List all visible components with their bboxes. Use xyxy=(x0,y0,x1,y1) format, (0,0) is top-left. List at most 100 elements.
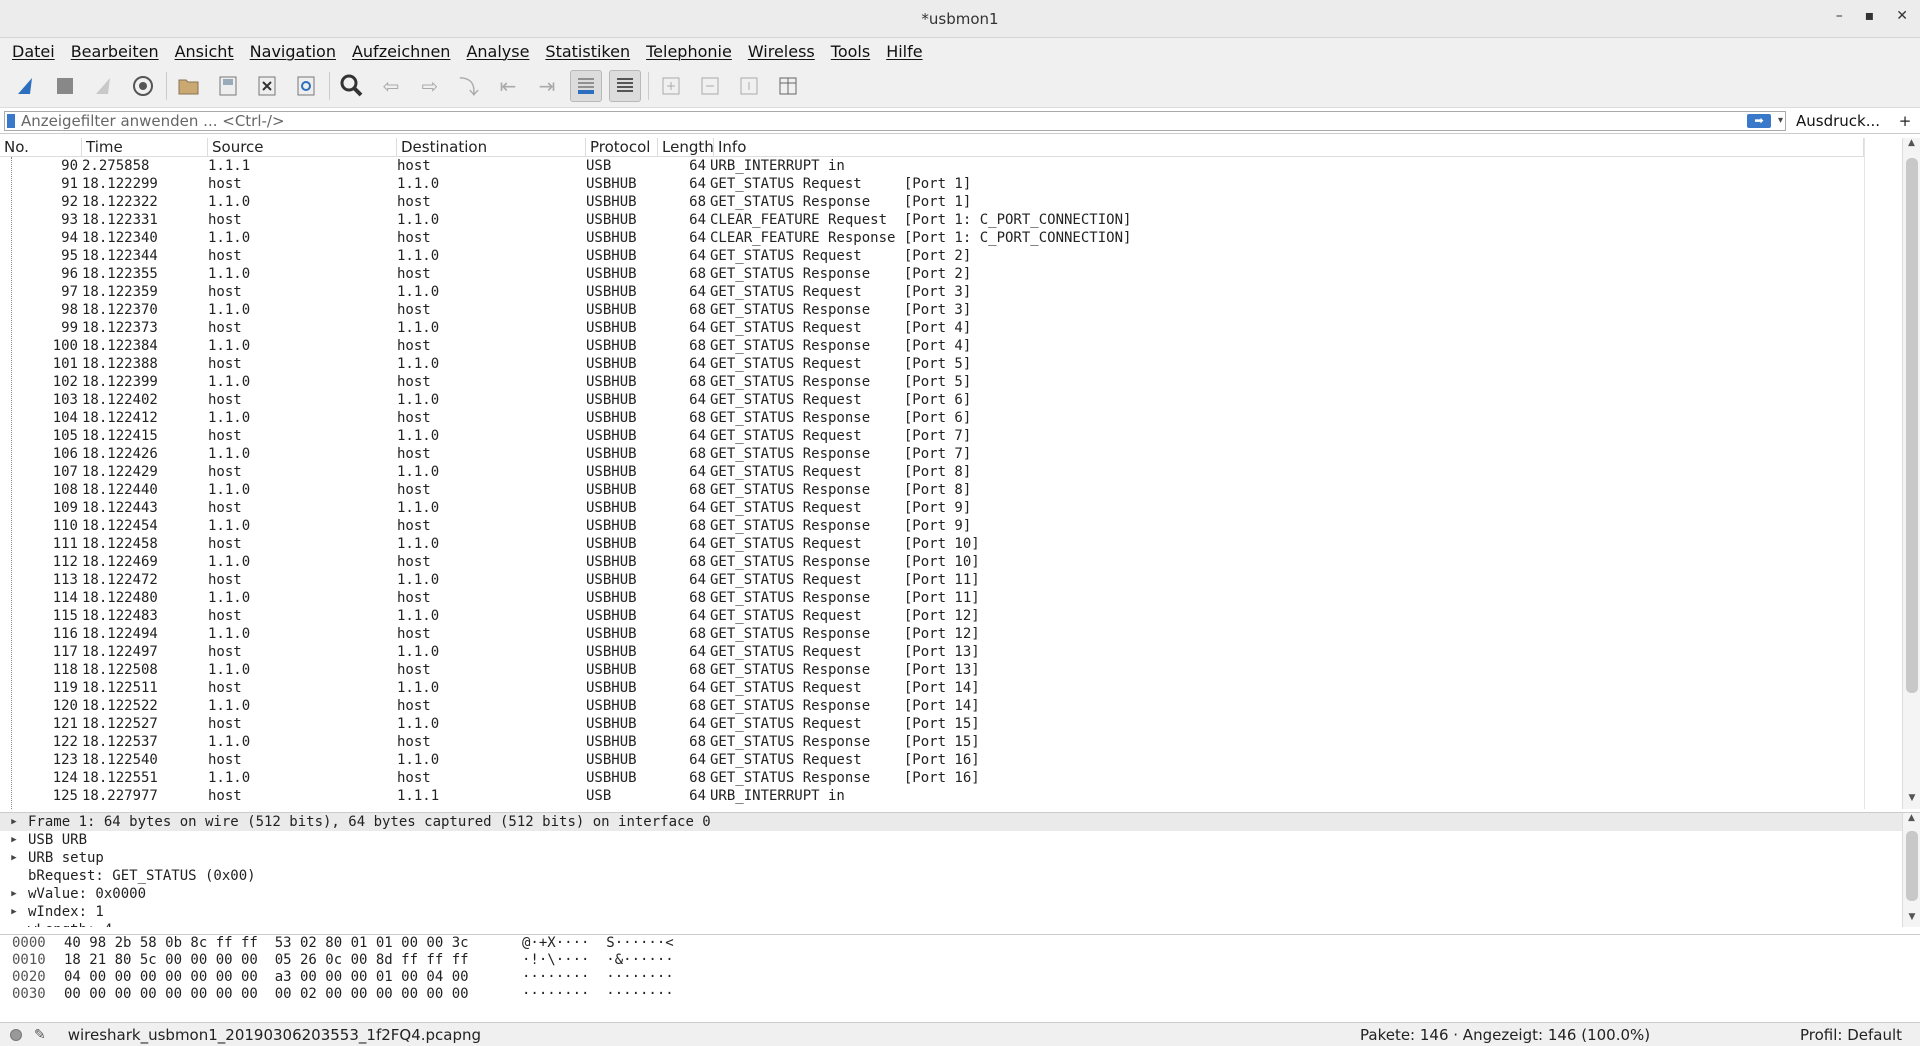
bookmark-icon[interactable] xyxy=(7,113,15,128)
detail-tree-item[interactable]: wLength: 4 xyxy=(0,921,1920,927)
table-row[interactable]: 105 18.122415 host 1.1.0 USBHUB 64 GET_STATUS … xyxy=(0,427,1864,445)
capture-options-icon[interactable] xyxy=(127,70,159,102)
find-packet-icon[interactable] xyxy=(336,70,368,102)
expert-info-icon[interactable] xyxy=(10,1028,22,1041)
hex-offset[interactable]: 0000 xyxy=(0,935,64,952)
table-row[interactable]: 118 18.122508 1.1.0 host USBHUB 68 GET_STATUS … xyxy=(0,661,1864,679)
menu-hilfe[interactable]: Hilfe xyxy=(878,42,930,61)
table-row[interactable]: 125 18.227977 host 1.1.1 USB 64 URB_INTERRUPT … xyxy=(0,787,1864,805)
hex-offset[interactable]: 0010 xyxy=(0,952,64,969)
apply-filter-icon[interactable]: ➡ xyxy=(1747,113,1771,128)
hex-ascii[interactable]: ········ ········ xyxy=(522,986,702,1003)
column-header-info[interactable]: Info xyxy=(714,138,1864,156)
table-row[interactable]: 94 18.122340 1.1.0 host USBHUB 64 CLEAR_FEATUR… xyxy=(0,229,1864,247)
column-header-length[interactable]: Length xyxy=(658,138,714,156)
normal-size-icon[interactable] xyxy=(733,70,765,102)
colorize-icon[interactable] xyxy=(609,69,641,102)
open-file-icon[interactable] xyxy=(173,70,205,102)
table-row[interactable]: 116 18.122494 1.1.0 host USBHUB 68 GET_STATUS … xyxy=(0,625,1864,643)
table-row[interactable]: 91 18.122299 host 1.1.0 USBHUB 64 GET_STATUS R… xyxy=(0,175,1864,193)
go-forward-icon[interactable]: ⇨ xyxy=(414,70,446,102)
table-row[interactable]: 100 18.122384 1.1.0 host USBHUB 68 GET_STATUS … xyxy=(0,337,1864,355)
save-file-icon[interactable] xyxy=(212,70,244,102)
shark-fin-start-icon[interactable] xyxy=(10,70,42,102)
table-row[interactable]: 115 18.122483 host 1.1.0 USBHUB 64 GET_STATUS … xyxy=(0,607,1864,625)
scrollbar-thumb[interactable] xyxy=(1906,831,1918,901)
detail-tree-item[interactable]: bRequest: GET_STATUS (0x00) xyxy=(0,867,1920,885)
edit-comment-icon[interactable]: ✎ xyxy=(34,1027,46,1043)
table-row[interactable]: 112 18.122469 1.1.0 host USBHUB 68 GET_STATUS … xyxy=(0,553,1864,571)
menu-datei[interactable]: Datei xyxy=(4,42,63,61)
table-row[interactable]: 108 18.122440 1.1.0 host USBHUB 68 GET_STATUS … xyxy=(0,481,1864,499)
close-file-icon[interactable] xyxy=(251,70,283,102)
display-filter-input[interactable]: Anzeigefilter anwenden ... <Ctrl-/> ➡ ▾ xyxy=(4,110,1786,131)
table-row[interactable]: 123 18.122540 host 1.1.0 USBHUB 64 GET_STATUS … xyxy=(0,751,1864,769)
table-row[interactable]: 96 18.122355 1.1.0 host USBHUB 68 GET_STATUS R… xyxy=(0,265,1864,283)
hex-bytes[interactable]: 40 98 2b 58 0b 8c ff ff 53 02 80 01 01 0… xyxy=(64,935,522,952)
hex-offset[interactable]: 0030 xyxy=(0,986,64,1003)
menu-wireless[interactable]: Wireless xyxy=(740,42,823,61)
table-row[interactable]: 119 18.122511 host 1.1.0 USBHUB 64 GET_STATUS … xyxy=(0,679,1864,697)
reload-file-icon[interactable] xyxy=(290,70,322,102)
zoom-out-icon[interactable] xyxy=(694,70,726,102)
scroll-down-icon[interactable]: ▼ xyxy=(1903,912,1920,927)
table-row[interactable]: 92 18.122322 1.1.0 host USBHUB 68 GET_STATUS R… xyxy=(0,193,1864,211)
column-header-time[interactable]: Time xyxy=(82,138,208,156)
table-row[interactable]: 103 18.122402 host 1.1.0 USBHUB 64 GET_STATUS … xyxy=(0,391,1864,409)
hex-ascii[interactable]: ·!·\···· ·&······ xyxy=(522,952,702,969)
scrollbar-thumb[interactable] xyxy=(1906,158,1918,693)
table-row[interactable]: 99 18.122373 host 1.1.0 USBHUB 64 GET_STATUS R… xyxy=(0,319,1864,337)
expand-arrow-icon[interactable]: ▶ xyxy=(0,835,28,845)
table-row[interactable]: 93 18.122331 host 1.1.0 USBHUB 64 CLEAR_FEATUR… xyxy=(0,211,1864,229)
column-header-source[interactable]: Source xyxy=(208,138,397,156)
scroll-down-icon[interactable]: ▼ xyxy=(1903,793,1920,809)
last-packet-icon[interactable]: ⇥ xyxy=(531,70,563,102)
menu-tools[interactable]: Tools xyxy=(823,42,878,61)
table-row[interactable]: 117 18.122497 host 1.1.0 USBHUB 64 GET_STATUS … xyxy=(0,643,1864,661)
table-row[interactable]: 98 18.122370 1.1.0 host USBHUB 68 GET_STATUS R… xyxy=(0,301,1864,319)
hex-offset[interactable]: 0020 xyxy=(0,969,64,986)
expand-arrow-icon[interactable]: ▶ xyxy=(0,853,28,863)
menu-telephonie[interactable]: Telephonie xyxy=(638,42,740,61)
column-header-protocol[interactable]: Protocol xyxy=(586,138,658,156)
table-row[interactable]: 104 18.122412 1.1.0 host USBHUB 68 GET_STATUS … xyxy=(0,409,1864,427)
table-row[interactable]: 90 2.275858 1.1.1 host USB 64 URB_INTERRUPT in xyxy=(0,157,1864,175)
hex-bytes[interactable]: 00 00 00 00 00 00 00 00 00 02 00 00 00 0… xyxy=(64,986,522,1003)
expand-arrow-icon[interactable]: ▶ xyxy=(0,907,28,917)
go-to-packet-icon[interactable]: ⤵ xyxy=(453,70,485,102)
scroll-up-icon[interactable]: ▲ xyxy=(1903,813,1920,829)
first-packet-icon[interactable]: ⇤ xyxy=(492,70,524,102)
table-row[interactable]: 101 18.122388 host 1.1.0 USBHUB 64 GET_STATUS … xyxy=(0,355,1864,373)
hex-bytes[interactable]: 04 00 00 00 00 00 00 00 a3 00 00 00 01 0… xyxy=(64,969,522,986)
detail-tree-item[interactable]: ▶ wValue: 0x0000 xyxy=(0,885,1920,903)
detail-tree-item[interactable]: ▶ wIndex: 1 xyxy=(0,903,1920,921)
table-row[interactable]: 121 18.122527 host 1.1.0 USBHUB 64 GET_STATUS … xyxy=(0,715,1864,733)
table-row[interactable]: 113 18.122472 host 1.1.0 USBHUB 64 GET_STATUS … xyxy=(0,571,1864,589)
expression-button[interactable]: Ausdruck... xyxy=(1786,112,1890,130)
detail-tree-item[interactable]: ▶ Frame 1: 64 bytes on wire (512 bits), 6… xyxy=(0,813,1920,831)
table-row[interactable]: 110 18.122454 1.1.0 host USBHUB 68 GET_STATUS … xyxy=(0,517,1864,535)
table-row[interactable]: 111 18.122458 host 1.1.0 USBHUB 64 GET_STATUS … xyxy=(0,535,1864,553)
menu-ansicht[interactable]: Ansicht xyxy=(167,42,242,61)
menu-statistiken[interactable]: Statistiken xyxy=(537,42,638,61)
restart-icon[interactable] xyxy=(88,70,120,102)
details-scrollbar[interactable]: ▲ ▼ xyxy=(1902,813,1920,927)
resize-columns-icon[interactable] xyxy=(772,70,804,102)
stop-icon[interactable] xyxy=(49,70,81,102)
table-row[interactable]: 124 18.122551 1.1.0 host USBHUB 68 GET_STATUS … xyxy=(0,769,1864,787)
filter-history-dropdown-icon[interactable]: ▾ xyxy=(1778,115,1783,126)
menu-bearbeiten[interactable]: Bearbeiten xyxy=(63,42,167,61)
minimize-button[interactable]: – xyxy=(1836,8,1843,24)
menu-aufzeichnen[interactable]: Aufzeichnen xyxy=(344,42,458,61)
menu-navigation[interactable]: Navigation xyxy=(242,42,344,61)
maximize-button[interactable]: ▪ xyxy=(1865,8,1875,24)
add-filter-button[interactable]: + xyxy=(1890,112,1920,130)
expand-arrow-icon[interactable]: ▶ xyxy=(0,817,28,827)
table-row[interactable]: 114 18.122480 1.1.0 host USBHUB 68 GET_STATUS … xyxy=(0,589,1864,607)
hex-bytes[interactable]: 18 21 80 5c 00 00 00 00 05 26 0c 00 8d f… xyxy=(64,952,522,969)
detail-tree-item[interactable]: ▶ URB setup xyxy=(0,849,1920,867)
table-row[interactable]: 120 18.122522 1.1.0 host USBHUB 68 GET_STATUS … xyxy=(0,697,1864,715)
zoom-in-icon[interactable] xyxy=(655,70,687,102)
table-row[interactable]: 97 18.122359 host 1.1.0 USBHUB 64 GET_STATUS R… xyxy=(0,283,1864,301)
expand-arrow-icon[interactable]: ▶ xyxy=(0,889,28,899)
